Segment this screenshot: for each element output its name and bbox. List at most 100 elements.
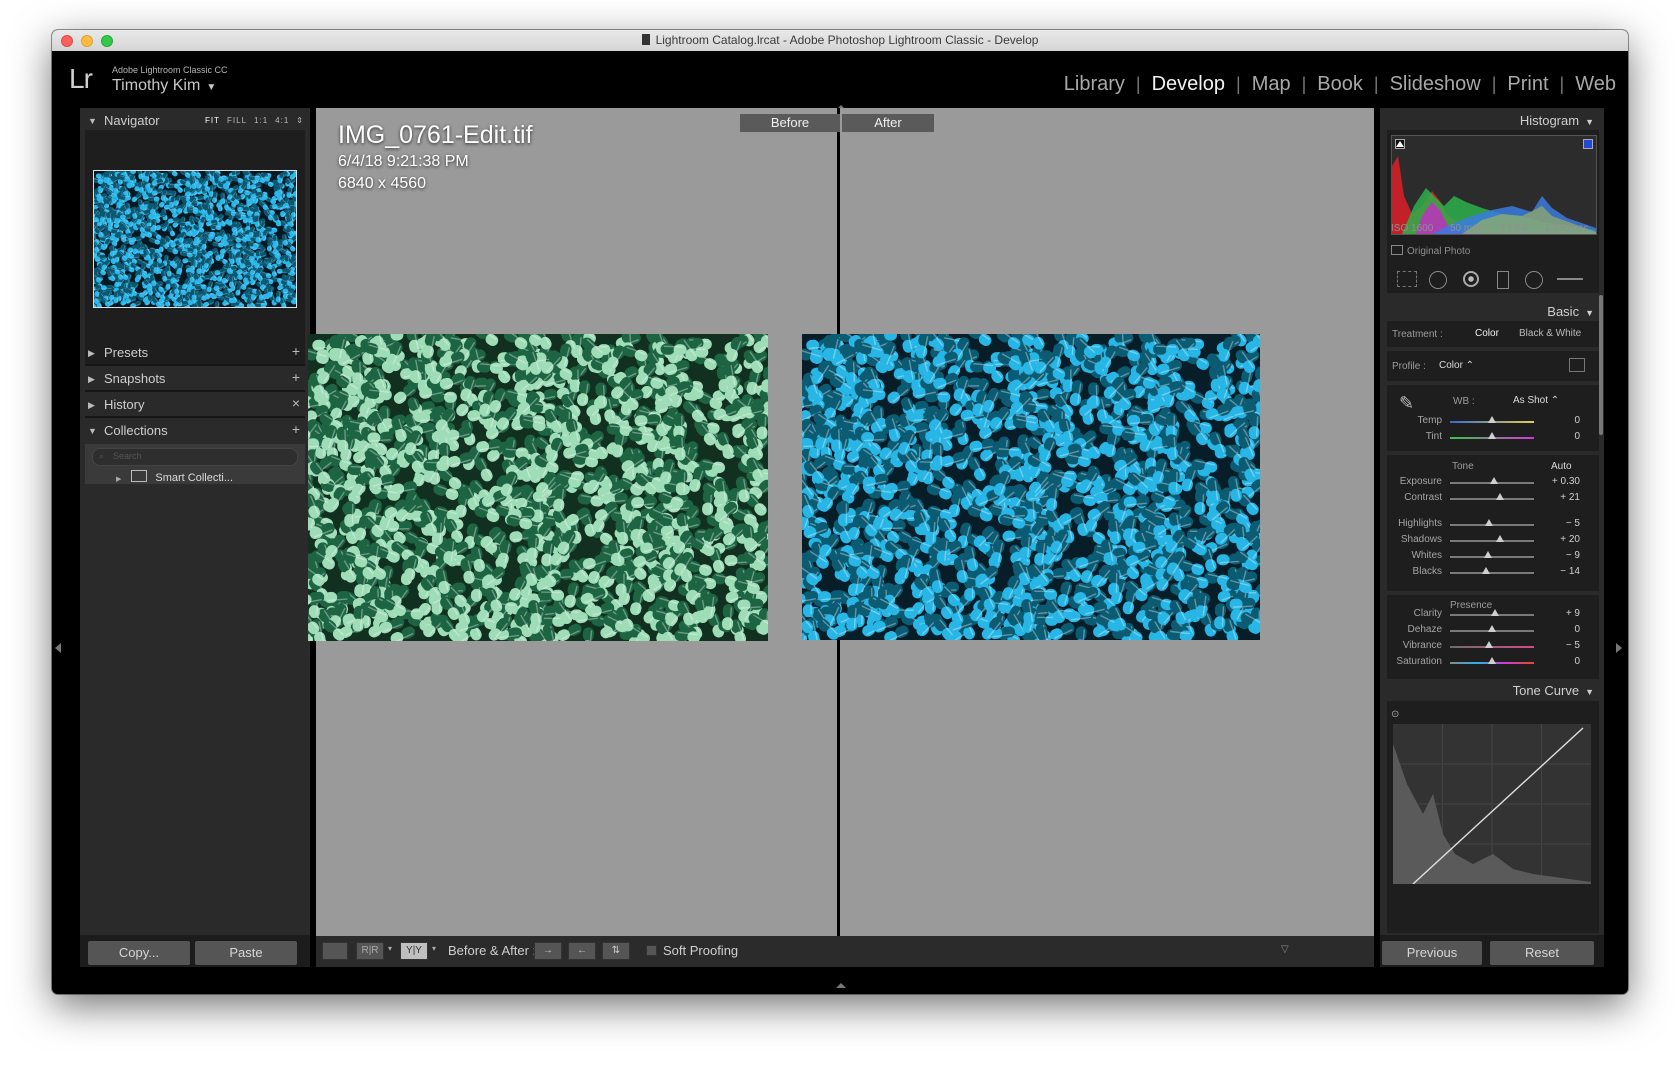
module-print[interactable]: Print	[1507, 73, 1548, 96]
profile-select[interactable]: Color ⌃	[1439, 360, 1474, 371]
wb-select[interactable]: As Shot ⌃	[1513, 395, 1559, 406]
zoom-fit[interactable]: FIT	[205, 116, 220, 125]
snapshots-header[interactable]: ▶ Snapshots +	[80, 366, 310, 392]
reset-button[interactable]: Reset	[1490, 941, 1594, 965]
right-panel-toggle-icon[interactable]	[1616, 643, 1622, 653]
radial-filter-icon[interactable]	[1525, 271, 1543, 289]
dehaze-value[interactable]: 0	[1550, 624, 1580, 635]
identity-plate[interactable]: Timothy Kim ▼	[112, 77, 216, 95]
auto-tone-button[interactable]: Auto	[1551, 461, 1572, 472]
shadow-clipping-icon[interactable]	[1395, 139, 1405, 149]
add-collection-icon[interactable]: +	[292, 421, 300, 437]
swap-before-after-button[interactable]: ⇅	[602, 942, 630, 960]
saturation-slider[interactable]	[1450, 657, 1534, 664]
collections-header[interactable]: ▼ Collections +	[80, 418, 310, 444]
collections-search-input[interactable]: ⌕ Search	[92, 448, 298, 466]
clear-history-icon[interactable]: ×	[292, 395, 300, 411]
blacks-slider[interactable]	[1450, 567, 1534, 574]
history-header[interactable]: ▶ History ×	[80, 392, 310, 418]
clarity-slider[interactable]	[1450, 609, 1534, 616]
module-book[interactable]: Book	[1317, 73, 1363, 96]
treatment-color[interactable]: Color	[1475, 328, 1499, 339]
toolbar-menu-chevron-icon[interactable]: ▽	[1281, 944, 1289, 955]
graduated-filter-icon[interactable]	[1497, 271, 1509, 289]
exposure-slider-thumb[interactable]	[1489, 477, 1498, 484]
temp-value[interactable]: 0	[1550, 415, 1580, 426]
adjustment-brush-icon[interactable]	[1557, 278, 1583, 280]
navigator-thumbnail[interactable]	[88, 165, 302, 313]
tint-slider[interactable]	[1450, 432, 1534, 439]
module-slideshow[interactable]: Slideshow	[1390, 73, 1481, 96]
saturation-slider-thumb[interactable]	[1488, 657, 1496, 664]
eyedropper-icon[interactable]: ✎	[1399, 393, 1414, 414]
module-develop[interactable]: Develop	[1152, 73, 1225, 96]
exposure-slider[interactable]	[1450, 477, 1534, 484]
clarity-value[interactable]: + 9	[1550, 608, 1580, 619]
add-snapshot-icon[interactable]: +	[292, 369, 300, 385]
whites-value[interactable]: − 9	[1550, 550, 1580, 561]
zoom-fill[interactable]: FILL	[227, 116, 247, 125]
original-photo-toggle[interactable]: Original Photo	[1391, 245, 1470, 257]
tone-curve-header[interactable]: Tone Curve ▼	[1513, 683, 1594, 698]
right-panel-scrollbar[interactable]	[1599, 295, 1603, 435]
highlight-clipping-icon[interactable]	[1583, 139, 1593, 149]
histogram-graph[interactable]	[1391, 135, 1597, 235]
tint-value[interactable]: 0	[1550, 431, 1580, 442]
treatment-black-white[interactable]: Black & White	[1519, 328, 1581, 339]
dehaze-slider[interactable]	[1450, 625, 1534, 632]
module-web[interactable]: Web	[1575, 73, 1616, 96]
soft-proofing-checkbox[interactable]	[646, 945, 657, 956]
contrast-slider-thumb[interactable]	[1496, 493, 1505, 500]
tone-curve-graph[interactable]	[1393, 724, 1591, 884]
before-after-yy-button[interactable]: Y|Y	[400, 942, 428, 960]
copy-before-to-after-button[interactable]: →	[534, 942, 562, 960]
zoom-1-1[interactable]: 1:1	[254, 116, 268, 125]
contrast-slider[interactable]	[1450, 493, 1534, 500]
contrast-value[interactable]: + 21	[1550, 492, 1580, 503]
profile-browser-icon[interactable]	[1569, 358, 1585, 372]
highlights-slider-thumb[interactable]	[1484, 519, 1493, 526]
exposure-value[interactable]: + 0.30	[1550, 476, 1580, 487]
module-library[interactable]: Library	[1064, 73, 1125, 96]
red-eye-tool-icon[interactable]	[1463, 271, 1479, 287]
left-panel-toggle-icon[interactable]	[55, 643, 61, 653]
temp-slider[interactable]	[1450, 416, 1534, 423]
clarity-slider-thumb[interactable]	[1491, 609, 1500, 616]
smart-collection-item[interactable]: ▶ Smart Collecti...	[116, 470, 233, 484]
shadows-value[interactable]: + 20	[1550, 534, 1580, 545]
whites-slider[interactable]	[1450, 551, 1534, 558]
blacks-value[interactable]: − 14	[1550, 566, 1580, 577]
blacks-slider-thumb[interactable]	[1482, 567, 1491, 574]
vibrance-value[interactable]: − 5	[1550, 640, 1580, 651]
zoom-4-1[interactable]: 4:1	[275, 116, 289, 125]
loupe-view-button[interactable]	[322, 942, 348, 960]
highlights-slider[interactable]	[1450, 519, 1534, 526]
vibrance-slider[interactable]	[1450, 641, 1534, 648]
module-map[interactable]: Map	[1252, 73, 1291, 96]
crop-tool-icon[interactable]	[1397, 271, 1417, 287]
previous-button[interactable]: Previous	[1382, 941, 1482, 965]
basic-header[interactable]: Basic ▼	[1547, 304, 1594, 319]
zoom-stepper-icon[interactable]: ⇕	[296, 116, 304, 125]
whites-slider-thumb[interactable]	[1483, 551, 1492, 558]
copy-after-to-before-button[interactable]: ←	[568, 942, 596, 960]
spot-removal-tool-icon[interactable]	[1429, 271, 1447, 289]
dehaze-slider-thumb[interactable]	[1488, 625, 1496, 632]
before-after-lr-button[interactable]: R|R	[356, 942, 384, 960]
highlights-value[interactable]: − 5	[1550, 518, 1580, 529]
bottom-panel-toggle-icon[interactable]	[836, 983, 846, 988]
presets-header[interactable]: ▶ Presets +	[80, 340, 310, 366]
chevron-down-icon[interactable]: ▾	[432, 944, 436, 953]
shadows-slider[interactable]	[1450, 535, 1534, 542]
paste-button[interactable]: Paste	[195, 941, 297, 965]
shadows-slider-thumb[interactable]	[1496, 535, 1505, 542]
add-preset-icon[interactable]: +	[292, 343, 300, 359]
temp-slider-thumb[interactable]	[1488, 416, 1496, 423]
vibrance-slider-thumb[interactable]	[1484, 641, 1493, 648]
saturation-value[interactable]: 0	[1550, 656, 1580, 667]
targeted-adjustment-icon[interactable]: ⊙	[1391, 709, 1399, 720]
copy-button[interactable]: Copy...	[88, 941, 190, 965]
histogram-header[interactable]: Histogram ▼	[1520, 113, 1594, 128]
chevron-down-icon[interactable]: ▾	[388, 944, 392, 953]
tint-slider-thumb[interactable]	[1488, 432, 1496, 439]
